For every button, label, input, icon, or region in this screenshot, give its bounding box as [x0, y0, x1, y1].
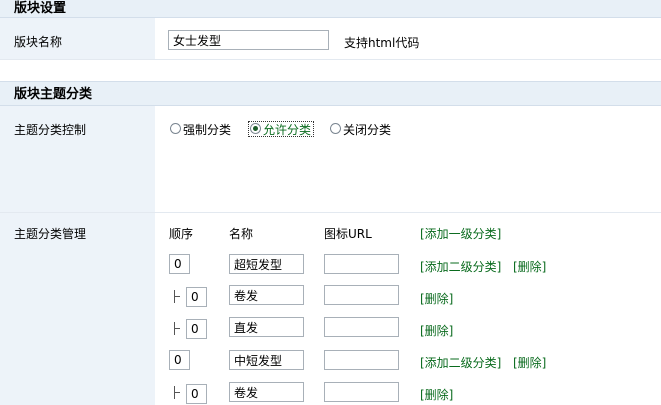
tree-branch-icon — [174, 322, 181, 335]
board-name-input[interactable] — [168, 30, 329, 50]
topic-section-header: 版块主题分类 — [0, 81, 661, 106]
category-name-input[interactable] — [229, 317, 304, 337]
board-name-hint: 支持html代码 — [344, 36, 420, 50]
radio-close-category[interactable] — [330, 123, 341, 134]
category-name-input[interactable] — [229, 350, 304, 370]
board-settings-title: 版块设置 — [14, 1, 67, 16]
category-order-input[interactable] — [186, 319, 207, 339]
category-icon-url-input[interactable] — [324, 382, 399, 402]
radio-force-category-label[interactable]: 强制分类 — [183, 121, 231, 138]
category-name-input[interactable] — [229, 382, 304, 402]
category-name-input[interactable] — [229, 285, 304, 305]
category-name-input[interactable] — [229, 254, 304, 274]
board-settings-header: 版块设置 — [0, 0, 661, 18]
divider — [0, 59, 661, 60]
add-sub-category-link[interactable]: [添加二级分类] — [420, 258, 501, 275]
column-name-header: 名称 — [229, 227, 254, 241]
delete-category-link[interactable]: [删除] — [513, 258, 546, 275]
tree-branch-icon — [174, 290, 181, 303]
add-top-level-category-link[interactable]: [添加一级分类] — [420, 225, 501, 242]
category-order-input[interactable] — [169, 350, 190, 370]
radio-allow-category-label[interactable]: 允许分类 — [263, 121, 311, 138]
category-icon-url-input[interactable] — [324, 254, 399, 274]
delete-category-link[interactable]: [删除] — [420, 322, 453, 339]
delete-category-link[interactable]: [删除] — [513, 354, 546, 371]
board-name-label: 版块名称 — [14, 35, 63, 49]
category-order-input[interactable] — [186, 384, 207, 404]
delete-category-link[interactable]: [删除] — [420, 290, 453, 307]
radio-allow-category[interactable] — [250, 123, 261, 134]
topic-control-label: 主题分类控制 — [14, 123, 87, 137]
column-icon-url-header: 图标URL — [324, 227, 372, 241]
topic-section-title: 版块主题分类 — [14, 87, 93, 102]
category-order-input[interactable] — [169, 254, 190, 274]
category-icon-url-input[interactable] — [324, 285, 399, 305]
topic-manage-label: 主题分类管理 — [14, 227, 87, 241]
add-sub-category-link[interactable]: [添加二级分类] — [420, 354, 501, 371]
column-order-header: 顺序 — [169, 227, 194, 241]
category-icon-url-input[interactable] — [324, 350, 399, 370]
category-order-input[interactable] — [186, 287, 207, 307]
delete-category-link[interactable]: [删除] — [420, 386, 453, 403]
tree-branch-icon — [174, 386, 181, 399]
radio-close-category-label[interactable]: 关闭分类 — [343, 121, 391, 138]
radio-force-category[interactable] — [170, 123, 181, 134]
category-icon-url-input[interactable] — [324, 317, 399, 337]
